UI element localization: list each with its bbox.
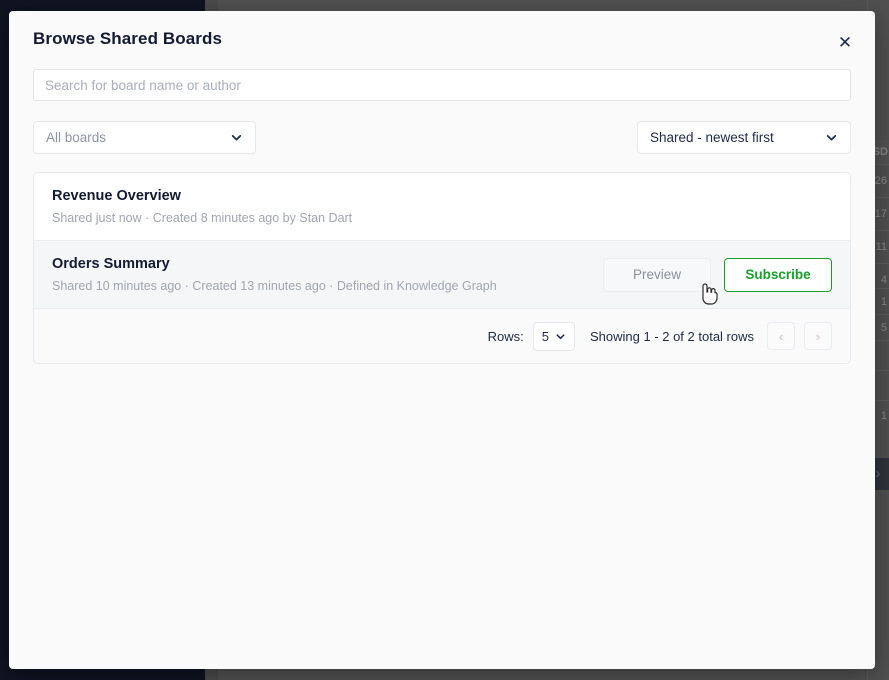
board-meta: Shared 10 minutes ago · Created 13 minut… (52, 279, 497, 293)
list-item[interactable]: Revenue Overview Shared just now · Creat… (34, 173, 850, 241)
modal-body: All boards Shared - newest first (9, 69, 875, 364)
search-input[interactable] (33, 69, 851, 101)
board-name: Revenue Overview (52, 188, 181, 204)
rows-per-page-value: 5 (541, 328, 549, 344)
list-item[interactable]: Orders Summary Shared 10 minutes ago · C… (34, 241, 850, 309)
browse-shared-boards-modal: Browse Shared Boards ✕ All boards Shared… (9, 11, 875, 669)
previous-page-button[interactable]: ‹ (767, 322, 795, 350)
filters-row: All boards Shared - newest first (33, 121, 851, 154)
board-filter-value: All boards (46, 130, 107, 145)
next-page-button[interactable]: › (804, 322, 832, 350)
pagination-status: Showing 1 - 2 of 2 total rows (589, 328, 754, 344)
preview-button[interactable]: Preview (603, 257, 711, 292)
board-info: Revenue Overview Shared just now · Creat… (52, 188, 832, 225)
chevron-down-icon (230, 131, 243, 144)
board-info: Orders Summary Shared 10 minutes ago · C… (52, 256, 589, 293)
chevron-down-icon (555, 331, 566, 342)
pagination-bar: Rows: 5 Showing 1 - 2 of 2 total rows ‹ … (34, 309, 850, 363)
board-filter-select[interactable]: All boards (33, 121, 256, 154)
shared-boards-list: Revenue Overview Shared just now · Creat… (33, 172, 851, 364)
rows-per-page-select[interactable]: 5 (532, 321, 575, 351)
sort-order-select[interactable]: Shared - newest first (637, 121, 851, 154)
modal-header: Browse Shared Boards ✕ (9, 11, 875, 69)
board-meta: Shared just now · Created 8 minutes ago … (52, 211, 353, 225)
sort-order-value: Shared - newest first (650, 130, 774, 145)
rows-per-page-label: Rows: (487, 328, 524, 344)
page-title: Browse Shared Boards (33, 29, 223, 48)
board-name: Orders Summary (52, 256, 170, 272)
board-actions: Preview Subscribe (603, 257, 832, 292)
subscribe-button[interactable]: Subscribe (724, 257, 832, 292)
close-icon[interactable]: ✕ (833, 31, 857, 55)
chevron-down-icon (825, 131, 838, 144)
